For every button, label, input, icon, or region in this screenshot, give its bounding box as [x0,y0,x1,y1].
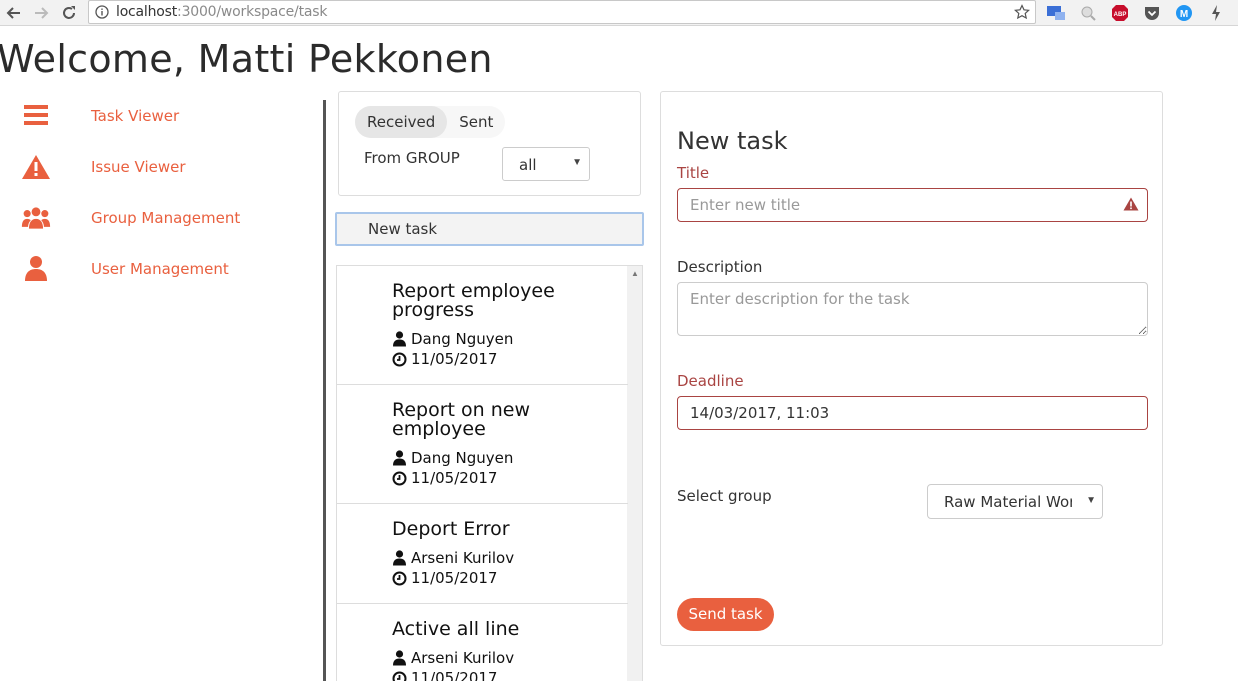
sidebar-item-issue-viewer[interactable]: Issue Viewer [0,151,320,191]
sidebar-item-task-viewer[interactable]: Task Viewer [0,100,320,140]
task-item[interactable]: Deport Error Arseni Kurilov 11/05/2017 [337,504,628,604]
task-list[interactable]: ▲ Report employee progress Dang Nguyen 1… [336,265,643,681]
task-author-row: Arseni Kurilov [392,649,514,667]
task-author: Dang Nguyen [411,449,514,467]
warning-icon [1123,197,1139,216]
tab-received[interactable]: Received [355,106,448,138]
tab-sent[interactable]: Sent [447,106,505,138]
task-date: 11/05/2017 [411,669,498,681]
task-item[interactable]: Report on new employee Dang Nguyen 11/05… [337,385,628,504]
svg-text:M: M [1180,9,1188,20]
from-group-label: From GROUP [364,149,460,167]
info-icon[interactable] [95,5,109,24]
form-heading: New task [677,127,788,155]
task-item[interactable]: Report employee progress Dang Nguyen 11/… [337,266,628,385]
task-author: Dang Nguyen [411,330,514,348]
task-item[interactable]: Active all line Arseni Kurilov 11/05/201… [337,604,628,681]
from-group-value: all [519,156,537,174]
clock-icon [392,671,407,681]
clock-icon [392,471,407,485]
sidebar-item-user-management[interactable]: User Management [0,253,320,293]
description-label: Description [677,258,763,276]
description-textarea[interactable] [677,282,1148,336]
task-author: Arseni Kurilov [411,549,515,567]
forward-icon[interactable] [31,3,51,23]
task-filter-panel: Received Sent From GROUP all ▼ [338,91,641,196]
task-date: 11/05/2017 [411,469,498,487]
task-date: 11/05/2017 [411,350,498,368]
task-date-row: 11/05/2017 [392,569,497,587]
url-text: localhost:3000/workspace/task [116,4,327,20]
scroll-up-icon[interactable]: ▲ [631,269,639,278]
sidebar-item-label: Issue Viewer [91,158,186,176]
title-input[interactable] [677,188,1148,222]
user-icon [393,450,406,466]
task-date-row: 11/05/2017 [392,350,497,368]
chevron-down-icon: ▼ [572,157,582,168]
new-task-form: New task Title Description Deadline 14/0… [660,91,1163,646]
user-icon [393,550,406,566]
title-label: Title [677,164,710,182]
screen-extension-icon[interactable] [1046,4,1066,22]
direction-tabs: Received Sent [355,106,506,138]
new-task-button[interactable]: New task [335,212,644,246]
sidebar-item-group-management[interactable]: Group Management [0,202,320,242]
user-icon [393,650,406,666]
sidebar: Task Viewer Issue Viewer Group Managemen… [0,100,326,681]
new-task-label: New task [368,220,438,238]
task-date-row: 11/05/2017 [392,669,497,681]
clock-icon [392,352,407,366]
task-date-row: 11/05/2017 [392,469,497,487]
task-author: Arseni Kurilov [411,649,515,667]
url-path: :3000/workspace/task [177,4,328,20]
svg-text:ABP: ABP [1114,12,1127,18]
task-title: Active all line [392,618,520,640]
task-date: 11/05/2017 [411,569,498,587]
select-group-label: Select group [677,487,772,505]
chevron-down-icon: ▼ [1086,495,1096,506]
task-author-row: Arseni Kurilov [392,549,514,567]
url-host: localhost [116,4,178,20]
search-extension-icon[interactable] [1078,4,1098,22]
pocket-icon[interactable] [1142,4,1162,22]
bookmark-star-icon[interactable] [1014,4,1030,25]
task-title: Deport Error [392,518,510,540]
sidebar-item-label: Task Viewer [91,107,180,125]
from-group-select[interactable]: all ▼ [502,147,590,181]
group-select-value: Raw Material Wor [944,493,1072,511]
adblock-icon[interactable]: ABP [1110,4,1130,22]
page-title: Welcome, Matti Pekkonen [0,37,493,81]
reload-icon[interactable] [59,3,79,23]
sidebar-item-label: Group Management [91,209,241,227]
send-task-button[interactable]: Send task [677,598,774,631]
task-author-row: Dang Nguyen [392,449,513,467]
address-bar[interactable]: localhost:3000/workspace/task [88,0,1036,24]
clock-icon [392,571,407,585]
bars-icon [21,100,51,132]
m-extension-icon[interactable]: M [1174,4,1194,22]
deadline-label: Deadline [677,372,744,390]
sidebar-item-label: User Management [91,260,229,278]
deadline-input[interactable]: 14/03/2017, 11:03 [677,396,1148,430]
warning-icon [21,151,51,183]
task-author-row: Dang Nguyen [392,330,513,348]
user-icon [393,331,406,347]
back-icon[interactable] [4,3,24,23]
task-title: Report on new employee [392,399,531,440]
bolt-icon[interactable] [1206,4,1226,22]
browser-toolbar: localhost:3000/workspace/task ABP M [0,0,1238,26]
group-select[interactable]: Raw Material Wor ▼ [927,484,1103,519]
task-title: Report employee progress [392,280,555,321]
user-icon [21,253,51,285]
users-icon [21,202,51,234]
scrollbar[interactable]: ▲ [627,266,642,681]
